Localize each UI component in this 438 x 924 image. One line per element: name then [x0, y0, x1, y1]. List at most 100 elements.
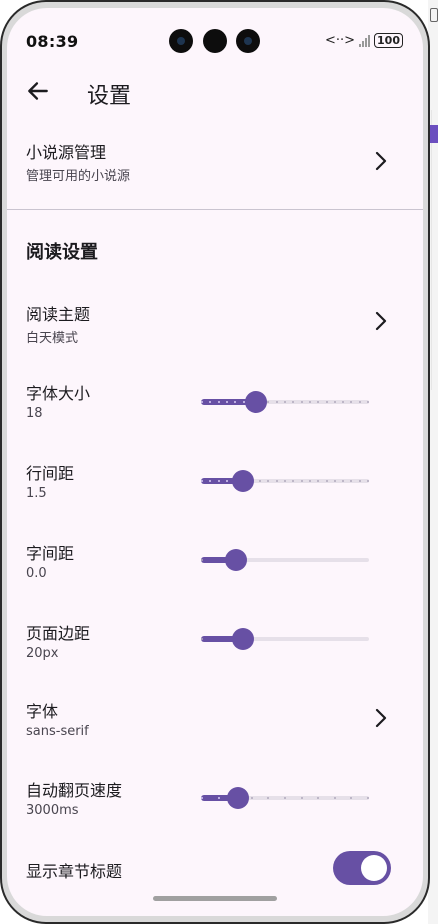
accent-fragment: [430, 125, 438, 143]
line-spacing-item: 行间距 1.5: [7, 460, 423, 510]
page-margin-title: 页面边距: [26, 624, 91, 643]
auto-page-speed-slider[interactable]: [201, 786, 369, 810]
camera-icon: [169, 29, 193, 53]
slider-tick: [218, 797, 220, 799]
font-size-value: 18: [26, 406, 43, 421]
app-bar: 设置: [7, 64, 423, 120]
window-icon: [430, 8, 438, 22]
font-subtitle: sans-serif: [26, 724, 89, 739]
slider-thumb[interactable]: [232, 470, 254, 492]
slider-tick: [342, 401, 344, 403]
slider-tick: [301, 797, 303, 799]
slider-tick: [317, 797, 319, 799]
font-size-item: 字体大小 18: [7, 380, 423, 430]
page-margin-value: 20px: [26, 646, 59, 661]
page-margin-item: 页面边距 20px: [7, 620, 423, 670]
battery-icon: 100: [374, 33, 403, 48]
slider-tick: [359, 401, 361, 403]
slider-tick: [309, 480, 311, 482]
chevron-right-icon: [375, 708, 387, 728]
letter-spacing-slider[interactable]: [201, 548, 369, 572]
slider-tick: [350, 480, 352, 482]
auto-page-speed-item: 自动翻页速度 3000ms: [7, 777, 423, 827]
slider-thumb[interactable]: [245, 391, 267, 413]
slider-tick: [367, 401, 369, 403]
font-size-slider[interactable]: [201, 390, 369, 414]
slider-tick: [259, 480, 261, 482]
line-spacing-value: 1.5: [26, 486, 47, 501]
slider-tick: [309, 401, 311, 403]
toggle-knob: [361, 855, 387, 881]
slider-tick: [334, 797, 336, 799]
slider-tick: [267, 797, 269, 799]
theme-item[interactable]: 阅读主题 白天模式: [7, 301, 423, 351]
slider-thumb[interactable]: [232, 628, 254, 650]
slider-tick: [359, 480, 361, 482]
font-size-title: 字体大小: [26, 384, 91, 403]
slider-tick: [342, 480, 344, 482]
slider-thumb[interactable]: [225, 549, 247, 571]
slider-tick: [201, 638, 203, 640]
novel-source-title: 小说源管理: [26, 143, 107, 162]
screen: 08:39 <··> 100 设置 小说源管理 管理可用的小说源 阅读设置 阅读…: [7, 8, 423, 916]
slider-tick: [234, 401, 236, 403]
status-icons: <··> 100: [325, 33, 403, 48]
chapter-title-item: 显示章节标题: [7, 851, 423, 898]
page-margin-slider[interactable]: [201, 627, 369, 651]
slider-tick: [350, 401, 352, 403]
home-indicator[interactable]: [153, 896, 277, 901]
slider-tick: [226, 480, 228, 482]
section-title: 阅读设置: [26, 242, 98, 263]
slider-tick: [367, 797, 369, 799]
chapter-title-toggle[interactable]: [333, 851, 391, 885]
camera-icon: [236, 29, 260, 53]
slider-tick: [301, 401, 303, 403]
status-time: 08:39: [26, 32, 79, 51]
novel-source-subtitle: 管理可用的小说源: [26, 169, 131, 184]
slider-tick: [284, 480, 286, 482]
auto-page-speed-title: 自动翻页速度: [26, 781, 123, 800]
slider-tick: [292, 480, 294, 482]
slider-tick: [334, 401, 336, 403]
slider-tick: [209, 401, 211, 403]
camera-icon: [203, 29, 227, 53]
theme-subtitle: 白天模式: [26, 331, 79, 346]
font-item[interactable]: 字体 sans-serif: [7, 698, 423, 748]
slider-tick: [267, 401, 269, 403]
line-spacing-slider[interactable]: [201, 469, 369, 493]
slider-tick: [367, 480, 369, 482]
slider-tick: [276, 401, 278, 403]
letter-spacing-item: 字间距 0.0: [7, 540, 423, 590]
signal-icon: [359, 34, 371, 47]
auto-page-speed-value: 3000ms: [26, 803, 79, 818]
slider-tick: [317, 480, 319, 482]
slider-tick: [284, 401, 286, 403]
theme-title: 阅读主题: [26, 305, 91, 324]
slider-tick: [201, 480, 203, 482]
slider-tick: [218, 401, 220, 403]
slider-tick: [209, 480, 211, 482]
letter-spacing-value: 0.0: [26, 566, 47, 581]
slider-tick: [201, 559, 203, 561]
slider-tick: [350, 797, 352, 799]
chapter-title-label: 显示章节标题: [26, 862, 123, 881]
phone-frame: 08:39 <··> 100 设置 小说源管理 管理可用的小说源 阅读设置 阅读…: [0, 0, 430, 924]
section-divider: [7, 209, 423, 210]
slider-tick: [284, 797, 286, 799]
chevron-right-icon: [375, 311, 387, 331]
slider-thumb[interactable]: [227, 787, 249, 809]
line-spacing-title: 行间距: [26, 464, 75, 483]
letter-spacing-title: 字间距: [26, 544, 75, 563]
chevron-right-icon: [375, 151, 387, 171]
page-title: 设置: [87, 84, 132, 109]
font-title: 字体: [26, 702, 59, 721]
slider-tick: [226, 401, 228, 403]
slider-tick: [317, 401, 319, 403]
slider-tick: [301, 480, 303, 482]
slider-tick: [326, 480, 328, 482]
slider-tick: [251, 797, 253, 799]
window-divider: [431, 110, 438, 390]
slider-tick: [218, 480, 220, 482]
novel-source-item[interactable]: 小说源管理 管理可用的小说源: [7, 139, 423, 189]
back-arrow-icon[interactable]: [25, 78, 51, 104]
